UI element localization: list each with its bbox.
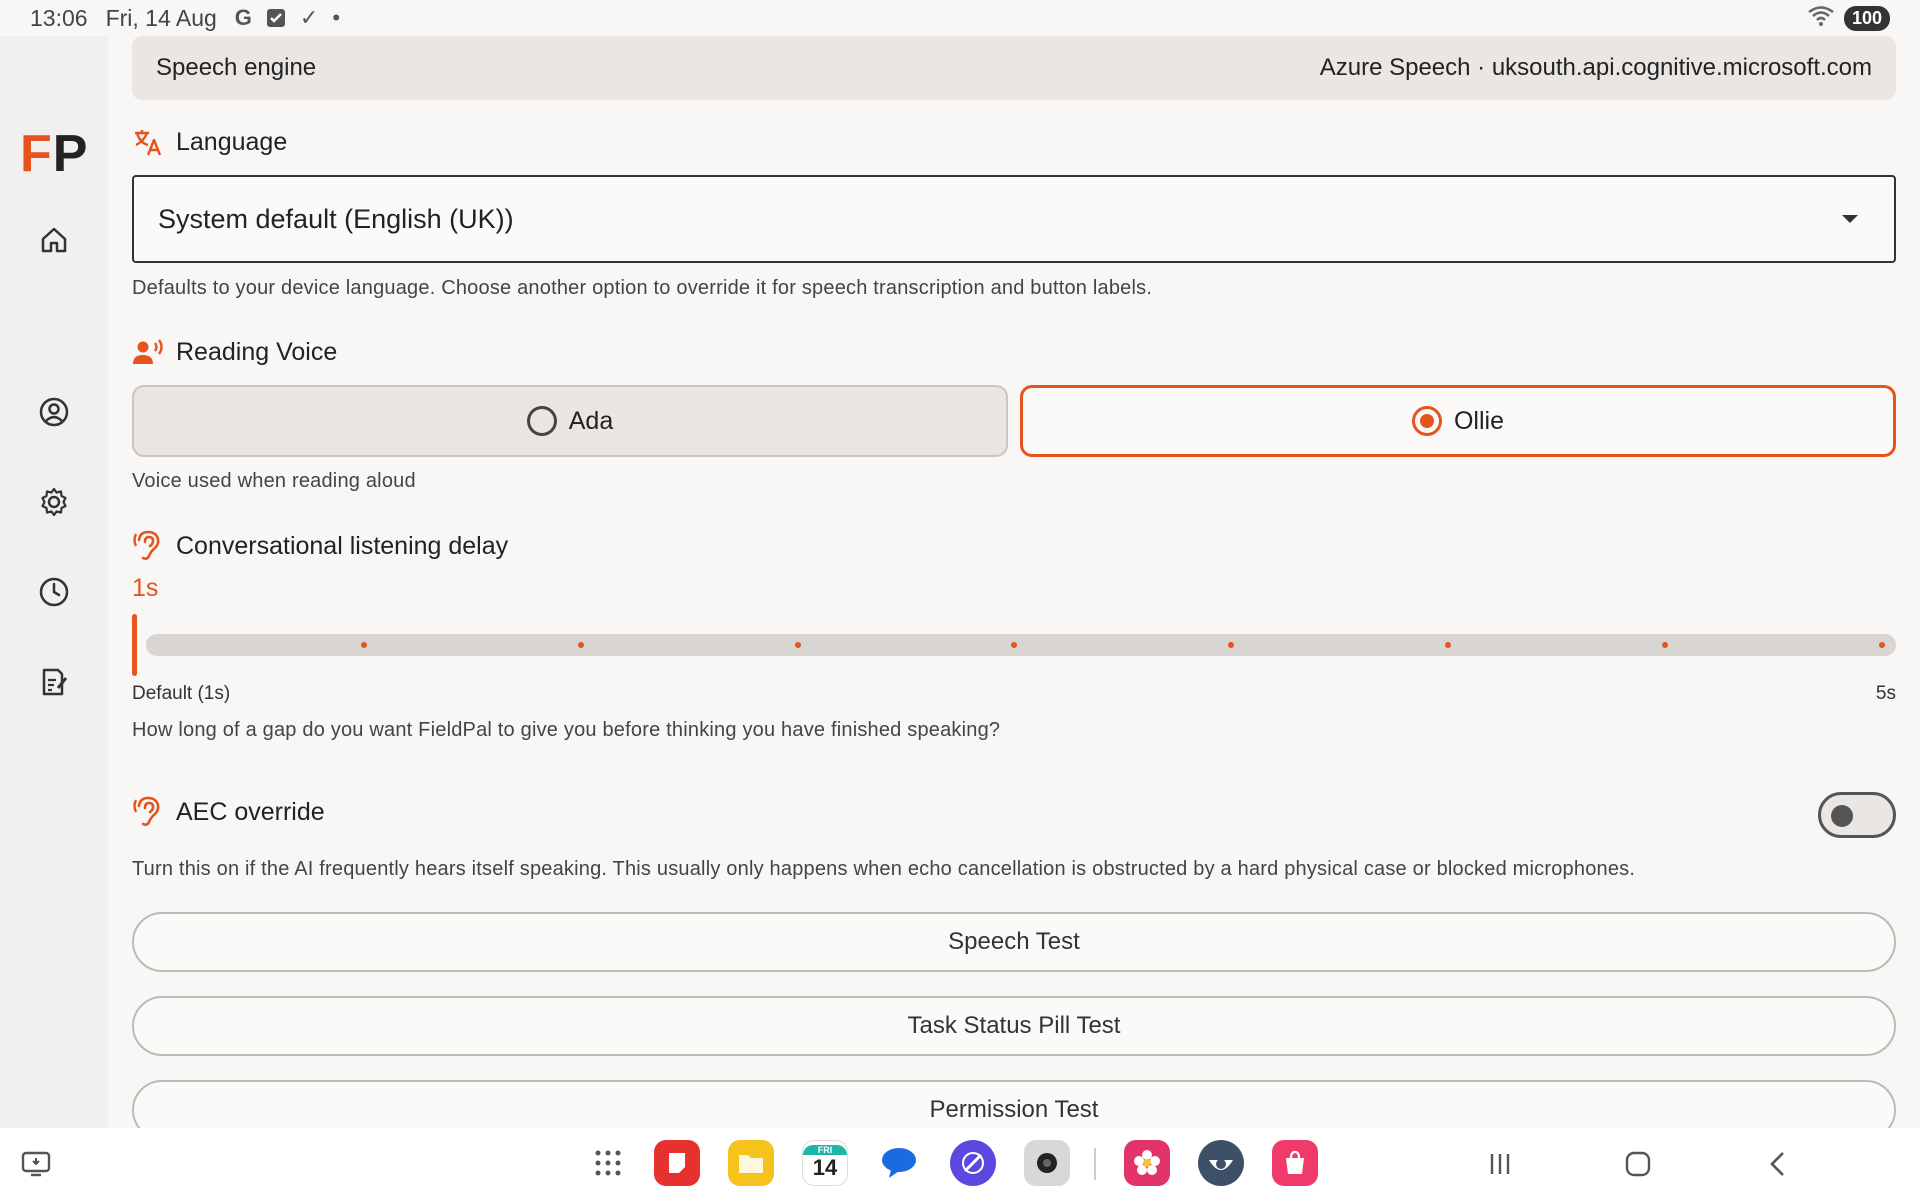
- profile-icon[interactable]: [36, 394, 72, 430]
- hearing-icon: [132, 796, 164, 828]
- apps-grid-icon[interactable]: [585, 1140, 631, 1186]
- listening-delay-helper-text: How long of a gap do you want FieldPal t…: [132, 719, 1001, 741]
- listening-delay-slider-track[interactable]: [146, 634, 1896, 656]
- recent-screen-icon[interactable]: [18, 1146, 54, 1182]
- voice-option-label: Ollie: [1453, 406, 1504, 435]
- slider-tick: [1661, 642, 1668, 648]
- aec-override-section-title: AEC override: [132, 796, 325, 828]
- status-date: Fri, 14 Aug: [105, 4, 217, 31]
- files-app-icon[interactable]: [728, 1140, 774, 1186]
- language-dropdown[interactable]: System default (English (UK)): [132, 175, 1896, 263]
- reading-voice-section-title: Reading Voice: [132, 336, 337, 368]
- slider-max-label: 5s: [1875, 683, 1896, 704]
- voice-option-ollie[interactable]: Ollie: [1020, 385, 1896, 457]
- slider-tick: [1878, 642, 1885, 648]
- language-selected-value: System default (English (UK)): [158, 203, 514, 234]
- app-logo: FP: [20, 125, 89, 183]
- language-helper-text: Defaults to your device language. Choose…: [132, 277, 1153, 299]
- voice-option-label: Ada: [568, 406, 614, 435]
- reading-voice-helper-text: Voice used when reading aloud: [132, 470, 416, 492]
- taskbar: FRI 14: [0, 1128, 1920, 1200]
- listening-delay-slider-thumb[interactable]: [132, 614, 137, 676]
- radio-unselected-icon: [526, 406, 557, 436]
- dock-divider: [1094, 1148, 1096, 1180]
- hearing-icon: [132, 530, 164, 562]
- check-icon: ✓: [299, 5, 319, 30]
- slider-tick: [794, 642, 801, 648]
- chevron-down-icon: [1842, 215, 1858, 223]
- slider-tick: [577, 642, 584, 648]
- radio-selected-icon: [1411, 406, 1442, 436]
- sidebar: FP: [0, 36, 108, 1128]
- notes-app-icon[interactable]: [654, 1140, 700, 1186]
- slider-tick: [1445, 642, 1451, 648]
- dot-icon: •: [332, 5, 341, 30]
- recent-apps-nav-icon[interactable]: [1482, 1146, 1518, 1182]
- gallery-app-icon[interactable]: [1124, 1140, 1170, 1186]
- speech-engine-label: Speech engine: [156, 54, 317, 81]
- status-bar: 13:06 Fri, 14 Aug G ✓ • 100: [0, 0, 1920, 36]
- aec-override-helper-text: Turn this on if the AI frequently hears …: [132, 858, 1636, 880]
- back-nav-icon[interactable]: [1760, 1146, 1796, 1182]
- voice-option-ada[interactable]: Ada: [132, 385, 1008, 457]
- calendar-app-icon[interactable]: FRI 14: [802, 1140, 848, 1186]
- browser-app-icon[interactable]: [950, 1140, 996, 1186]
- tasks-icon: [266, 8, 286, 28]
- messages-app-icon[interactable]: [876, 1140, 922, 1186]
- history-icon[interactable]: [36, 574, 72, 610]
- speech-engine-row: Speech engine Azure Speech · uksouth.api…: [132, 36, 1896, 100]
- wifi-icon: [1808, 5, 1834, 32]
- permission-test-button[interactable]: Permission Test: [132, 1080, 1896, 1128]
- aec-override-toggle[interactable]: [1818, 792, 1896, 838]
- settings-icon[interactable]: [36, 484, 72, 520]
- slider-tick: [361, 642, 367, 648]
- slider-min-label: Default (1s): [132, 683, 231, 704]
- battery-indicator: 100: [1843, 5, 1890, 31]
- speech-engine-value: Azure Speech · uksouth.api.cognitive.mic…: [1319, 54, 1872, 81]
- task-status-pill-test-button[interactable]: Task Status Pill Test: [132, 996, 1896, 1056]
- speaker-person-icon: [132, 336, 164, 368]
- store-app-icon[interactable]: [1272, 1140, 1318, 1186]
- listening-delay-section-title: Conversational listening delay: [132, 530, 508, 562]
- speech-test-button[interactable]: Speech Test: [132, 912, 1896, 972]
- google-icon: G: [234, 5, 252, 30]
- translate-icon: [132, 126, 164, 158]
- settings-content: Speech engine Azure Speech · uksouth.api…: [132, 36, 1896, 1128]
- camera-app-icon[interactable]: [1024, 1140, 1070, 1186]
- listening-delay-value: 1s: [132, 574, 159, 602]
- status-time: 13:06: [30, 4, 88, 31]
- eye-app-icon[interactable]: [1198, 1140, 1244, 1186]
- home-nav-icon[interactable]: [1620, 1146, 1656, 1182]
- home-icon[interactable]: [36, 222, 72, 258]
- language-section-title: Language: [132, 126, 287, 158]
- report-icon[interactable]: [36, 664, 72, 700]
